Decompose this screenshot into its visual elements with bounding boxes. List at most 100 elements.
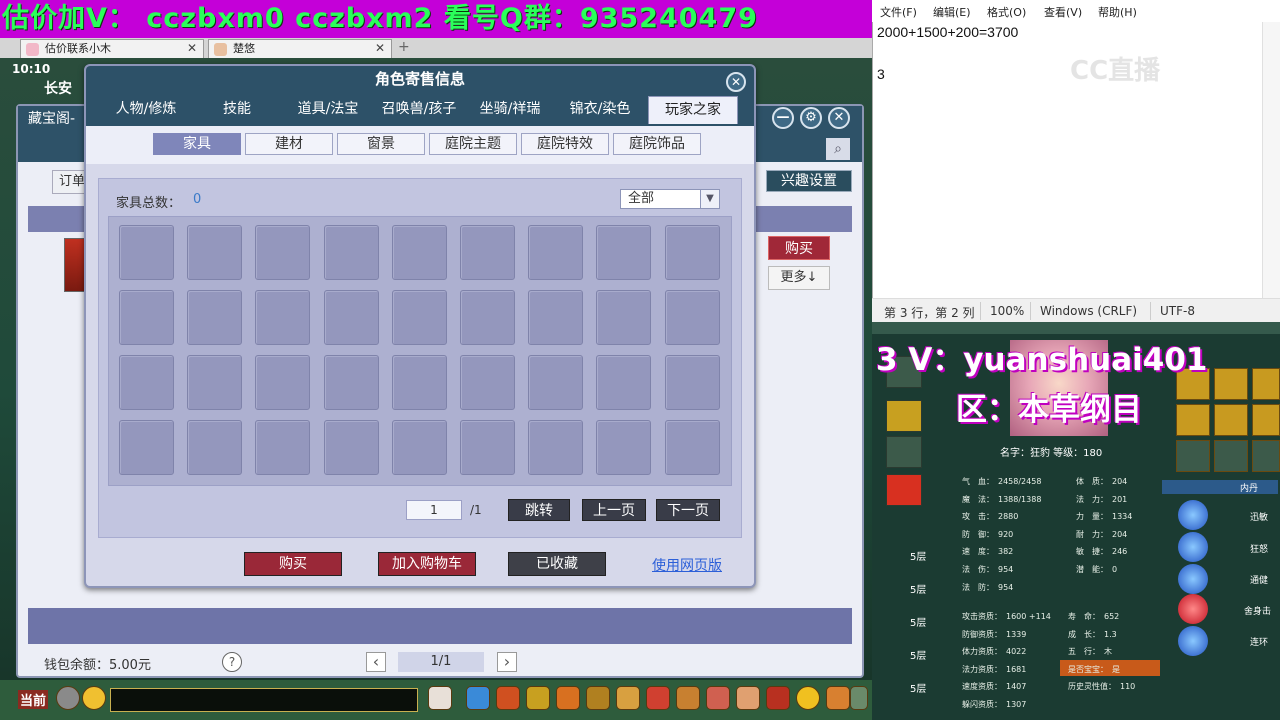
tab-character[interactable]: 人物/修炼 xyxy=(104,96,188,124)
furniture-slot[interactable] xyxy=(392,290,447,345)
add-to-cart-button[interactable]: 加入购物车 xyxy=(378,552,476,576)
mail-icon[interactable] xyxy=(646,686,670,710)
skill-icon[interactable] xyxy=(1178,564,1208,594)
task-icon[interactable] xyxy=(586,686,610,710)
menu-view[interactable]: 查看(V) xyxy=(1044,4,1082,20)
pet-skill-icon[interactable] xyxy=(1214,368,1248,400)
furniture-slot[interactable] xyxy=(119,420,174,475)
close-icon[interactable]: ✕ xyxy=(375,40,385,57)
pet-skill-icon[interactable] xyxy=(1214,404,1248,436)
equip-slot-icon[interactable] xyxy=(886,400,922,432)
furniture-slot[interactable] xyxy=(119,355,174,410)
browser-tab-2[interactable]: 楚悠 ✕ xyxy=(208,39,392,58)
menu-edit[interactable]: 编辑(E) xyxy=(933,4,971,20)
tab-items[interactable]: 道具/法宝 xyxy=(286,96,370,124)
furniture-slot[interactable] xyxy=(119,290,174,345)
pet-skill-icon[interactable] xyxy=(1214,440,1248,472)
gift-icon[interactable] xyxy=(706,686,730,710)
search-icon[interactable]: ⌕ xyxy=(826,138,850,160)
chat-input[interactable] xyxy=(110,688,418,712)
shop-icon[interactable] xyxy=(676,686,700,710)
new-tab-icon[interactable]: + xyxy=(398,38,410,56)
furniture-slot[interactable] xyxy=(187,290,242,345)
close-icon[interactable]: ✕ xyxy=(187,40,197,57)
furniture-slot[interactable] xyxy=(324,355,379,410)
emoji-icon[interactable] xyxy=(82,686,106,710)
furniture-slot[interactable] xyxy=(187,225,242,280)
gear-icon[interactable]: ⚙ xyxy=(800,107,822,129)
furniture-slot[interactable] xyxy=(392,420,447,475)
skill-icon[interactable] xyxy=(1178,626,1208,656)
pet-skill-icon[interactable] xyxy=(1176,404,1210,436)
pet-skill-icon[interactable] xyxy=(1252,368,1280,400)
prev-page-icon[interactable]: ‹ xyxy=(366,652,386,672)
menu-file[interactable]: 文件(F) xyxy=(880,4,917,20)
furniture-slot[interactable] xyxy=(119,225,174,280)
furniture-slot[interactable] xyxy=(665,290,720,345)
furniture-slot[interactable] xyxy=(528,355,583,410)
furniture-slot[interactable] xyxy=(596,225,651,280)
furniture-slot[interactable] xyxy=(460,355,515,410)
interest-settings-button[interactable]: 兴趣设置 xyxy=(766,170,852,192)
character-avatar[interactable] xyxy=(64,238,86,292)
map-icon[interactable] xyxy=(826,686,850,710)
pet-skill-icon[interactable] xyxy=(1176,440,1210,472)
prev-page-button[interactable]: 上一页 xyxy=(582,499,646,521)
furniture-slot[interactable] xyxy=(596,355,651,410)
equip-slot-icon[interactable] xyxy=(886,474,922,506)
close-icon[interactable]: ✕ xyxy=(726,72,746,92)
settings-icon[interactable] xyxy=(850,686,868,710)
subtab-materials[interactable]: 建材 xyxy=(245,133,333,155)
tab-mounts[interactable]: 坐骑/祥瑞 xyxy=(468,96,552,124)
favorited-button[interactable]: 已收藏 xyxy=(508,552,606,576)
subtab-yard-theme[interactable]: 庭院主题 xyxy=(429,133,517,155)
pet-skill-icon[interactable] xyxy=(1252,404,1280,436)
scrollbar[interactable] xyxy=(1262,22,1280,298)
furniture-slot[interactable] xyxy=(460,290,515,345)
furniture-slot[interactable] xyxy=(665,225,720,280)
tab-outfits[interactable]: 锦衣/染色 xyxy=(558,96,642,124)
buy-button[interactable]: 购买 xyxy=(244,552,342,576)
furniture-slot[interactable] xyxy=(528,420,583,475)
subtab-window-view[interactable]: 窗景 xyxy=(337,133,425,155)
guild-icon[interactable] xyxy=(556,686,580,710)
minimize-icon[interactable]: — xyxy=(772,107,794,129)
furniture-slot[interactable] xyxy=(392,355,447,410)
next-page-icon[interactable]: › xyxy=(497,652,517,672)
next-page-button[interactable]: 下一页 xyxy=(656,499,720,521)
help-icon[interactable]: ? xyxy=(222,652,242,672)
subtab-furniture[interactable]: 家具 xyxy=(153,133,241,155)
page-input[interactable]: 1 xyxy=(406,500,462,520)
close-icon[interactable]: ✕ xyxy=(828,107,850,129)
furniture-slot[interactable] xyxy=(596,290,651,345)
jump-button[interactable]: 跳转 xyxy=(508,499,570,521)
use-web-version-link[interactable]: 使用网页版 xyxy=(652,555,722,575)
system-icon[interactable] xyxy=(736,686,760,710)
subtab-yard-decor[interactable]: 庭院饰品 xyxy=(613,133,701,155)
browser-tab-1[interactable]: 估价联系小木 ✕ xyxy=(20,39,204,58)
menu-help[interactable]: 帮助(H) xyxy=(1098,4,1137,20)
buy-button[interactable]: 购买 xyxy=(768,236,830,260)
chevron-down-icon[interactable]: ▼ xyxy=(700,190,719,208)
furniture-slot[interactable] xyxy=(665,355,720,410)
furniture-slot[interactable] xyxy=(460,420,515,475)
furniture-slot[interactable] xyxy=(528,225,583,280)
furniture-slot[interactable] xyxy=(528,290,583,345)
subtab-yard-effect[interactable]: 庭院特效 xyxy=(521,133,609,155)
skill-icon[interactable] xyxy=(1178,532,1208,562)
team-icon[interactable] xyxy=(526,686,550,710)
microphone-icon[interactable] xyxy=(56,686,80,710)
furniture-slot[interactable] xyxy=(324,225,379,280)
furniture-slot[interactable] xyxy=(187,355,242,410)
channel-current-tab[interactable]: 当前 xyxy=(18,690,49,709)
furniture-slot[interactable] xyxy=(324,420,379,475)
smile-icon[interactable] xyxy=(796,686,820,710)
menu-format[interactable]: 格式(O) xyxy=(987,4,1026,20)
notepad-text-line[interactable]: 2000+1500+200=3700 xyxy=(877,24,1018,40)
furniture-slot[interactable] xyxy=(392,225,447,280)
activity-icon[interactable] xyxy=(766,686,790,710)
tab-skills[interactable]: 技能 xyxy=(196,96,278,124)
pet-icon[interactable] xyxy=(428,686,452,710)
tab-summons[interactable]: 召唤兽/孩子 xyxy=(374,96,464,124)
skill-icon[interactable] xyxy=(1178,594,1208,624)
